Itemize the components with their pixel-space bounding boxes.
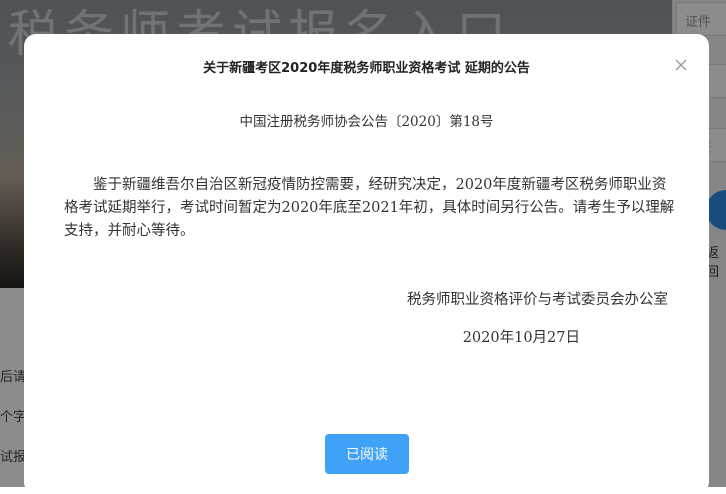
dialog-title: 关于新疆考区2020年度税务师职业资格考试 延期的公告 — [203, 61, 530, 76]
read-confirm-button[interactable]: 已阅读 — [325, 434, 409, 474]
issuer-signature: 税务师职业资格评价与考试委员会办公室 — [407, 292, 668, 308]
issue-date: 2020年10月27日 — [462, 330, 580, 346]
announcement-dialog: 关于新疆考区2020年度税务师职业资格考试 延期的公告 中国注册税务师协会公告〔… — [24, 34, 709, 494]
notice-number: 中国注册税务师协会公告〔2020〕第18号 — [239, 114, 494, 130]
notice-body: 鉴于新疆维吾尔自治区新冠疫情防控需要，经研究决定，2020年度新疆考区税务师职业… — [64, 177, 675, 239]
close-icon[interactable] — [672, 56, 690, 74]
